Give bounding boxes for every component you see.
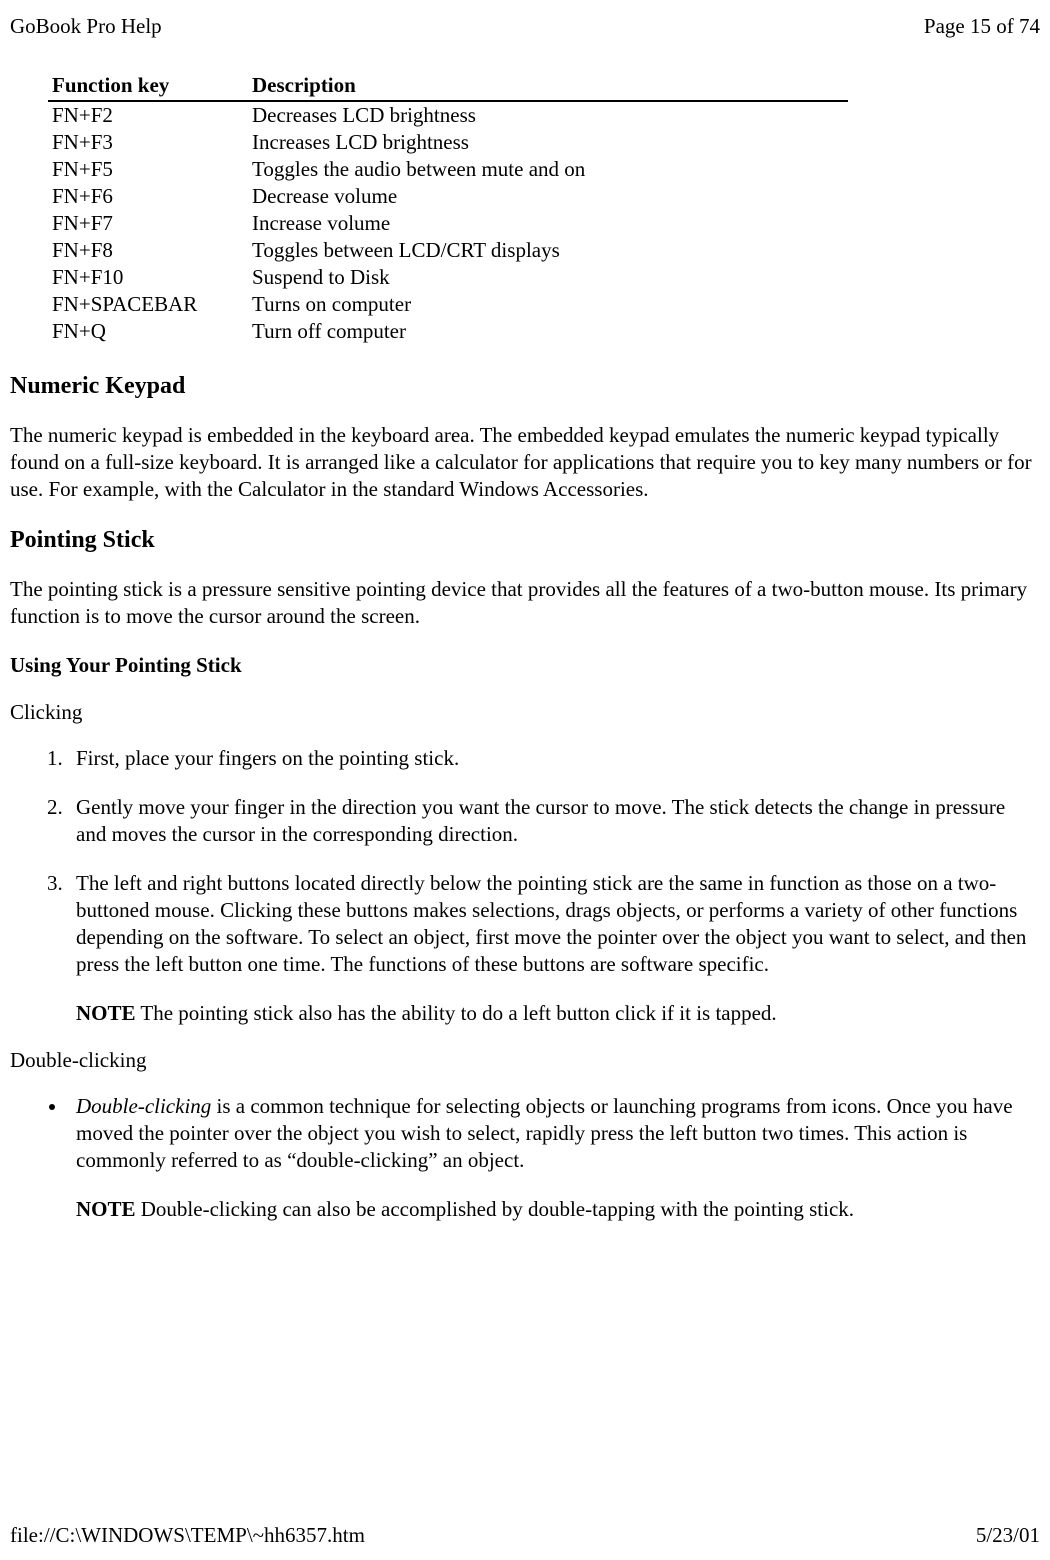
cell-key: FN+F3 [48, 129, 248, 156]
cell-desc: Increase volume [248, 210, 848, 237]
cell-key: FN+F2 [48, 101, 248, 129]
cell-desc: Toggles the audio between mute and on [248, 156, 848, 183]
footer-date: 5/23/01 [976, 1523, 1040, 1548]
page-number: Page 15 of 74 [924, 14, 1040, 39]
heading-pointing-stick: Pointing Stick [10, 527, 1040, 554]
text-pointing-stick: The pointing stick is a pressure sensiti… [10, 576, 1040, 630]
page-content: Function key Description FN+F2Decreases … [0, 39, 1050, 1223]
list-item: Double-clicking is a common technique fo… [68, 1093, 1040, 1174]
col-header-function-key: Function key [48, 69, 248, 101]
file-path: file://C:\WINDOWS\TEMP\~hh6357.htm [10, 1523, 365, 1548]
page-header: GoBook Pro Help Page 15 of 74 [0, 0, 1050, 39]
table-row: FN+QTurn off computer [48, 318, 848, 345]
label-double-clicking: Double-clicking [10, 1048, 1040, 1073]
table-header-row: Function key Description [48, 69, 848, 101]
term-double-clicking: Double-clicking [76, 1094, 211, 1118]
table-row: FN+F3Increases LCD brightness [48, 129, 848, 156]
cell-desc: Suspend to Disk [248, 264, 848, 291]
function-key-table: Function key Description FN+F2Decreases … [48, 69, 848, 345]
cell-desc: Toggles between LCD/CRT displays [248, 237, 848, 264]
heading-numeric-keypad: Numeric Keypad [10, 373, 1040, 400]
cell-desc: Decreases LCD brightness [248, 101, 848, 129]
cell-key: FN+F6 [48, 183, 248, 210]
note-label: NOTE [76, 1001, 136, 1025]
cell-key: FN+F8 [48, 237, 248, 264]
table-row: FN+F2Decreases LCD brightness [48, 101, 848, 129]
list-item: Gently move your finger in the direction… [68, 794, 1040, 848]
cell-key: FN+F10 [48, 264, 248, 291]
note-text: The pointing stick also has the ability … [136, 1001, 777, 1025]
cell-desc: Turn off computer [248, 318, 848, 345]
text-numeric-keypad: The numeric keypad is embedded in the ke… [10, 422, 1040, 503]
subheading-using-pointing-stick: Using Your Pointing Stick [10, 653, 1040, 678]
double-click-text: is a common technique for selecting obje… [76, 1094, 1013, 1172]
col-header-description: Description [248, 69, 848, 101]
cell-key: FN+Q [48, 318, 248, 345]
note-text: Double-clicking can also be accomplished… [136, 1197, 855, 1221]
note-double-tap: NOTE Double-clicking can also be accompl… [76, 1196, 1040, 1223]
cell-desc: Increases LCD brightness [248, 129, 848, 156]
label-clicking: Clicking [10, 700, 1040, 725]
table-row: FN+F7Increase volume [48, 210, 848, 237]
cell-key: FN+F7 [48, 210, 248, 237]
cell-desc: Turns on computer [248, 291, 848, 318]
table-row: FN+F6Decrease volume [48, 183, 848, 210]
table-row: FN+F10Suspend to Disk [48, 264, 848, 291]
clicking-steps-list: First, place your fingers on the pointin… [68, 745, 1040, 977]
note-tap-click: NOTE The pointing stick also has the abi… [76, 1000, 1040, 1027]
double-clicking-list: Double-clicking is a common technique fo… [68, 1093, 1040, 1174]
table-row: FN+SPACEBARTurns on computer [48, 291, 848, 318]
note-label: NOTE [76, 1197, 136, 1221]
cell-key: FN+F5 [48, 156, 248, 183]
cell-key: FN+SPACEBAR [48, 291, 248, 318]
cell-desc: Decrease volume [248, 183, 848, 210]
page-footer: file://C:\WINDOWS\TEMP\~hh6357.htm 5/23/… [10, 1523, 1040, 1548]
list-item: The left and right buttons located direc… [68, 870, 1040, 978]
table-row: FN+F5Toggles the audio between mute and … [48, 156, 848, 183]
doc-title: GoBook Pro Help [10, 14, 162, 39]
list-item: First, place your fingers on the pointin… [68, 745, 1040, 772]
table-row: FN+F8Toggles between LCD/CRT displays [48, 237, 848, 264]
